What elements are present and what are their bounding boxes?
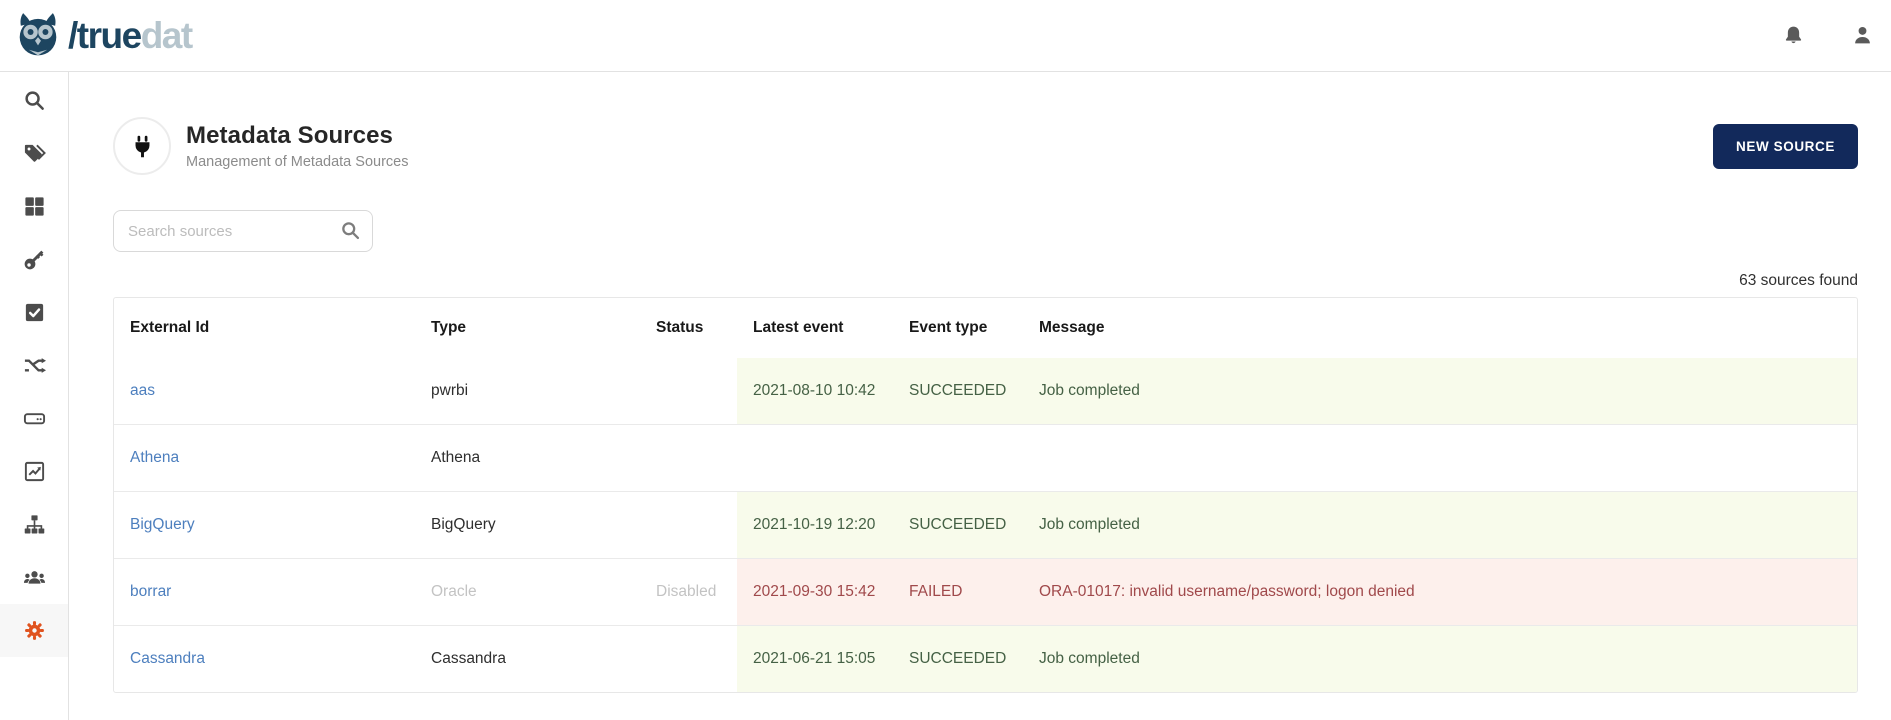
left-sidebar <box>0 72 69 720</box>
message-cell: ORA-01017: invalid username/password; lo… <box>1023 559 1857 625</box>
event-type-cell <box>893 425 1023 491</box>
plug-icon <box>135 135 149 157</box>
latest-event-cell <box>737 425 893 491</box>
event-type-cell: SUCCEEDED <box>893 626 1023 692</box>
table-row: aas pwrbi 2021-08-10 10:42 SUCCEEDED Job… <box>114 358 1857 424</box>
column-header-status: Status <box>656 319 704 336</box>
sidebar-item-users[interactable] <box>0 551 68 604</box>
type-cell: Athena <box>431 448 481 466</box>
sidebar-item-chart[interactable] <box>0 445 68 498</box>
status-cell <box>640 492 737 558</box>
truedat-logo[interactable]: /truedat <box>14 12 194 60</box>
main-content: Metadata Sources Management of Metadata … <box>70 72 1891 720</box>
users-icon <box>23 571 45 584</box>
column-header-external-id: External Id <box>130 319 210 336</box>
column-header-type: Type <box>431 319 467 336</box>
top-navbar: /truedat <box>0 0 1891 72</box>
new-source-button[interactable]: NEW SOURCE <box>1712 123 1858 169</box>
search-input[interactable] <box>113 210 373 252</box>
table-header-row: External Id Type Status Latest event Eve… <box>114 298 1857 358</box>
sidebar-item-search[interactable] <box>0 74 68 127</box>
bell-icon[interactable] <box>1782 24 1805 47</box>
sidebar-item-settings[interactable] <box>0 604 68 657</box>
column-header-event-type: Event type <box>909 319 988 336</box>
latest-event-cell: 2021-08-10 10:42 <box>737 358 893 424</box>
latest-event-cell: 2021-10-19 12:20 <box>737 492 893 558</box>
logo-text-secondary: dat <box>140 14 194 56</box>
external-id-cell: BigQuery <box>114 492 415 558</box>
key-icon <box>24 250 43 270</box>
table-row: BigQuery BigQuery 2021-10-19 12:20 SUCCE… <box>114 491 1857 558</box>
sidebar-item-sitemap[interactable] <box>0 498 68 551</box>
results-count: 63 sources found <box>1739 272 1858 289</box>
tags-icon <box>24 144 46 162</box>
sitemap-icon <box>24 515 44 534</box>
page-title: Metadata Sources <box>186 122 394 149</box>
search-icon[interactable] <box>340 220 361 241</box>
column-header-latest-event: Latest event <box>753 319 844 336</box>
type-cell: Oracle <box>431 582 477 600</box>
sidebar-item-grid[interactable] <box>0 180 68 233</box>
event-type-cell: SUCCEEDED <box>893 492 1023 558</box>
external-id-cell: Athena <box>114 425 415 491</box>
table-row: borrar Oracle Disabled 2021-09-30 15:42 … <box>114 558 1857 625</box>
shuffle-icon <box>24 358 46 373</box>
message-cell: Job completed <box>1023 492 1857 558</box>
status-cell <box>640 626 737 692</box>
type-cell: pwrbi <box>431 381 469 399</box>
sidebar-item-tags[interactable] <box>0 127 68 180</box>
message-cell: Job completed <box>1023 358 1857 424</box>
type-cell: Cassandra <box>431 649 506 667</box>
source-link[interactable]: borrar <box>130 581 171 603</box>
page-icon-circle <box>113 117 171 175</box>
source-link[interactable]: Athena <box>130 447 179 469</box>
latest-event-cell: 2021-06-21 15:05 <box>737 626 893 692</box>
message-cell <box>1023 425 1857 491</box>
table-row: Cassandra Cassandra 2021-06-21 15:05 SUC… <box>114 625 1857 692</box>
status-cell: Disabled <box>656 582 717 600</box>
page-subtitle: Management of Metadata Sources <box>186 154 409 170</box>
table-row: Athena Athena <box>114 424 1857 491</box>
event-type-cell: FAILED <box>893 559 1023 625</box>
user-icon[interactable] <box>1851 24 1874 47</box>
sidebar-item-key[interactable] <box>0 233 68 286</box>
gear-icon <box>24 621 44 640</box>
sources-table: External Id Type Status Latest event Eve… <box>113 297 1858 693</box>
type-cell: BigQuery <box>431 515 496 533</box>
message-cell: Job completed <box>1023 626 1857 692</box>
status-cell <box>640 358 737 424</box>
table-body: aas pwrbi 2021-08-10 10:42 SUCCEEDED Job… <box>114 358 1857 692</box>
hard-drive-icon <box>23 413 45 425</box>
source-link[interactable]: Cassandra <box>130 648 205 670</box>
event-type-cell: SUCCEEDED <box>893 358 1023 424</box>
status-cell <box>640 425 737 491</box>
sidebar-item-shuffle[interactable] <box>0 339 68 392</box>
external-id-cell: Cassandra <box>114 626 415 692</box>
column-header-message: Message <box>1039 319 1105 336</box>
sidebar-item-hard-drive[interactable] <box>0 392 68 445</box>
check-square-icon <box>25 303 43 322</box>
source-link[interactable]: aas <box>130 380 155 402</box>
chart-line-icon <box>24 461 44 482</box>
external-id-cell: aas <box>114 358 415 424</box>
logo-text-primary: /true <box>68 14 142 56</box>
external-id-cell: borrar <box>114 559 415 625</box>
latest-event-cell: 2021-09-30 15:42 <box>737 559 893 625</box>
search-icon <box>24 91 44 110</box>
source-link[interactable]: BigQuery <box>130 514 195 536</box>
grid-icon <box>24 197 44 216</box>
sidebar-item-check-square[interactable] <box>0 286 68 339</box>
owl-logo-icon <box>14 12 62 60</box>
